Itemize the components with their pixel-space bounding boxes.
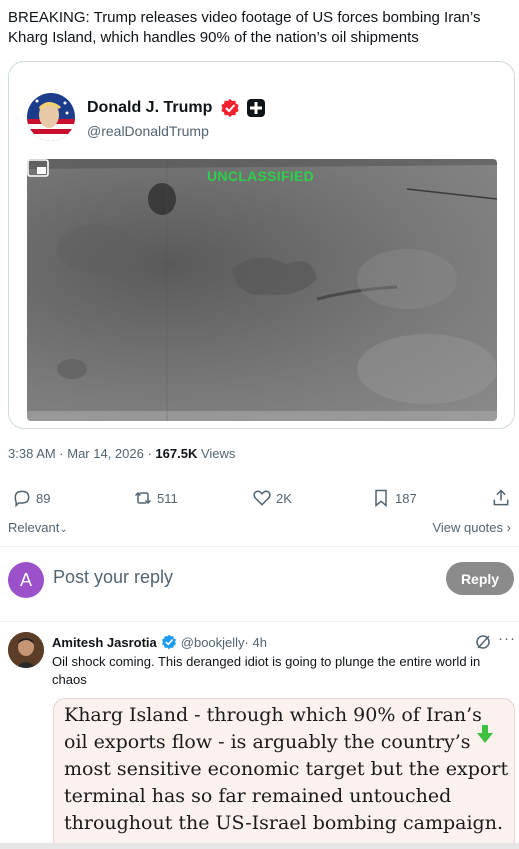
sort-relevant-dropdown[interactable]: Relevant⌄ <box>8 520 68 535</box>
video-overlay-label: UNCLASSIFIED <box>207 168 315 184</box>
trump-avatar[interactable] <box>27 93 75 141</box>
repost-count: 511 <box>157 490 178 506</box>
headline-text: BREAKING: Trump releases video footage o… <box>8 9 481 46</box>
like-count: 2K <box>276 490 292 506</box>
video-player[interactable]: UNCLASSIFIED <box>27 159 497 421</box>
divider <box>0 621 519 622</box>
post-meta: 3:38 AM · Mar 14, 2026 · 167.5K Views <box>8 446 235 461</box>
divider <box>0 546 519 547</box>
comment-time[interactable]: · 4h <box>245 635 267 650</box>
like-action[interactable]: 2K <box>252 488 292 508</box>
picture-in-picture-icon[interactable] <box>27 159 49 177</box>
verified-badge-icon <box>221 99 239 117</box>
comment-author-handle[interactable]: @bookjelly <box>181 635 245 650</box>
comment-author-avatar[interactable] <box>8 632 44 668</box>
bookmark-count: 187 <box>395 490 417 506</box>
relevant-label: Relevant <box>8 520 60 535</box>
reply-input[interactable]: Post your reply <box>53 567 173 588</box>
grok-icon[interactable] <box>475 634 491 650</box>
quoted-author-handle: @realDonaldTrump <box>87 123 209 139</box>
bookmark-action[interactable]: 187 <box>371 488 417 508</box>
chevron-down-icon: ⌄ <box>59 524 68 535</box>
quoted-post-card[interactable]: Donald J. Trump @realDonaldTrump UNCLASS… <box>8 61 515 429</box>
heart-icon <box>253 490 271 506</box>
video-frame <box>27 159 497 421</box>
share-icon <box>493 489 509 506</box>
composer-avatar[interactable]: A <box>8 562 44 598</box>
repost-action[interactable]: 511 <box>133 488 178 508</box>
arrow-down-icon <box>477 725 493 743</box>
view-quotes-label: View quotes <box>432 520 504 535</box>
article-excerpt: Kharg Island - through which 90% of Iran… <box>64 704 509 834</box>
reply-action[interactable]: 89 <box>12 488 50 508</box>
bottom-edge <box>0 843 519 849</box>
repost-icon <box>134 491 152 505</box>
quoted-author-name[interactable]: Donald J. Trump <box>87 99 212 117</box>
views-count: 167.5K <box>155 446 198 461</box>
affiliate-badge-icon <box>247 99 265 117</box>
views-label: Views <box>197 446 236 461</box>
bookmark-icon <box>375 489 387 508</box>
reply-icon <box>14 490 30 508</box>
action-bar: 89 511 2K 187 <box>0 488 519 512</box>
comment-article-image[interactable]: Kharg Island - through which 90% of Iran… <box>53 698 515 849</box>
verified-badge-icon <box>161 634 176 650</box>
chevron-right-icon: › <box>506 520 511 535</box>
comment-header: Amitesh Jasrotia @bookjelly · 4h <box>52 634 267 650</box>
reply-button[interactable]: Reply <box>446 562 514 595</box>
share-action[interactable] <box>491 488 515 508</box>
post-timestamp[interactable]: 3:38 AM · Mar 14, 2026 · <box>8 446 155 461</box>
comment-author-name[interactable]: Amitesh Jasrotia <box>52 635 157 650</box>
reply-count: 89 <box>36 490 51 506</box>
comment-text: Oil shock coming. This deranged idiot is… <box>52 654 481 687</box>
more-options-icon[interactable]: ··· <box>498 630 516 647</box>
view-quotes-link[interactable]: View quotes › <box>432 520 511 535</box>
